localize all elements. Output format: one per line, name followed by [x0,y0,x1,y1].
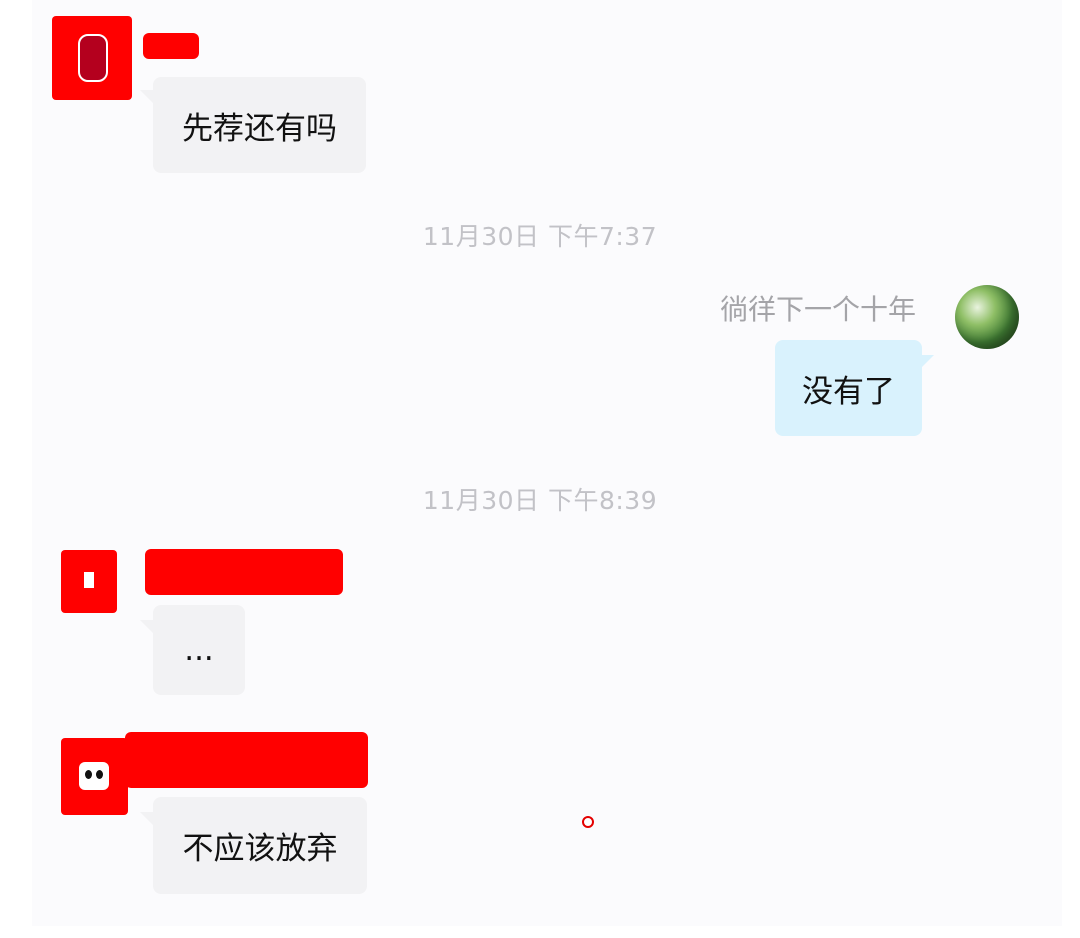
timestamp: 11月30日 下午8:39 [422,486,658,515]
redacted-sender-name [143,33,199,59]
avatar-image [79,762,109,790]
redacted-avatar[interactable] [61,550,117,613]
message-bubble-incoming[interactable]: 先荐还有吗 [153,77,366,173]
sender-name: 徜徉下一个十年 [719,293,916,326]
mouse-cursor-circle-icon [582,816,594,828]
timestamp: 11月30日 下午7:37 [422,222,658,251]
bubble-tail [140,620,154,634]
message-text: 不应该放弃 [182,831,338,867]
redacted-sender-name [125,732,368,788]
redacted-avatar[interactable] [52,16,132,100]
message-text: 没有了 [802,373,895,410]
globe-avatar-icon[interactable] [955,285,1019,349]
bubble-tail [140,90,154,104]
bubble-tail [920,355,934,369]
avatar-image [84,572,94,588]
message-bubble-incoming[interactable]: ... [153,605,245,695]
redacted-avatar[interactable] [61,738,128,815]
message-bubble-outgoing[interactable]: 没有了 [775,340,922,436]
bubble-tail [140,812,154,826]
message-text: 先荐还有吗 [182,110,337,147]
redacted-sender-name [145,549,343,595]
message-text: ... [184,632,214,668]
message-bubble-incoming[interactable]: 不应该放弃 [153,797,367,894]
avatar-image [78,34,108,82]
